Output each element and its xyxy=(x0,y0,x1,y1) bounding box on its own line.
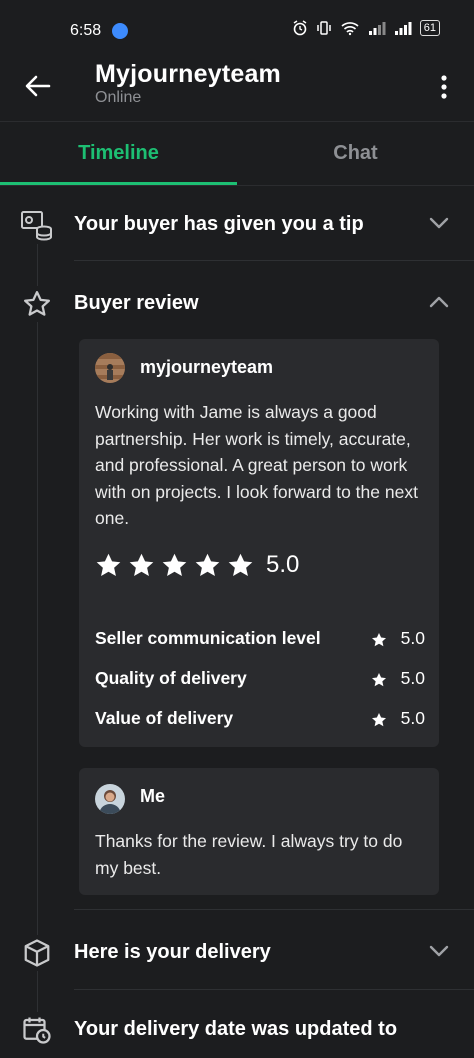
package-icon xyxy=(19,935,55,971)
row-divider xyxy=(74,909,474,910)
sub-rating-label: Value of delivery xyxy=(95,708,234,728)
wifi-icon xyxy=(341,22,359,36)
review-star-rating: 5.0 xyxy=(95,551,299,579)
tip-title: Your buyer has given you a tip xyxy=(74,213,364,235)
reply-text: Thanks for the review. I always try to d… xyxy=(95,831,403,878)
star-icon xyxy=(162,553,187,576)
reply-author: Me xyxy=(140,786,166,806)
date-update-title: Your delivery date was updated to xyxy=(74,1018,398,1040)
chevron-down-icon xyxy=(429,945,449,957)
vibrate-icon xyxy=(317,21,331,35)
chevron-up-icon xyxy=(429,296,449,308)
back-button[interactable] xyxy=(22,70,54,102)
status-bar: 6:58 61 xyxy=(0,0,474,62)
timeline-item-delivery[interactable]: Here is your delivery xyxy=(0,921,474,981)
tabs-divider xyxy=(0,185,474,186)
page-title: Myjourneyteam xyxy=(95,60,281,88)
sub-rating-value: 5.0 xyxy=(400,708,425,728)
more-options-button[interactable] xyxy=(436,72,452,102)
online-status: Online xyxy=(95,89,142,106)
sub-rating-label: Quality of delivery xyxy=(95,668,247,688)
signal-icon xyxy=(368,22,386,35)
tab-timeline-label: Timeline xyxy=(78,142,159,164)
timeline-item-buyer-review[interactable]: Buyer review xyxy=(0,272,474,332)
tab-chat-label: Chat xyxy=(333,142,378,164)
sub-rating-quality: Quality of delivery 5.0 xyxy=(95,668,425,692)
chevron-down-icon xyxy=(429,217,449,229)
header: Myjourneyteam Online xyxy=(0,60,474,122)
row-divider xyxy=(74,260,474,261)
timeline-item-tip[interactable]: Your buyer has given you a tip xyxy=(0,193,474,253)
tab-timeline[interactable]: Timeline xyxy=(0,122,237,185)
arrow-left-icon xyxy=(25,75,51,97)
buyer-review-title: Buyer review xyxy=(74,292,199,314)
sub-rating-value: 5.0 xyxy=(400,628,425,648)
tab-bar: Timeline Chat xyxy=(0,122,474,185)
signal-icon-2 xyxy=(394,22,412,35)
sub-rating-value-delivery: Value of delivery 5.0 xyxy=(95,708,425,732)
star-icon xyxy=(372,713,386,727)
star-icon xyxy=(195,553,220,576)
battery-indicator: 61 xyxy=(419,20,440,36)
reviewer-name: myjourneyteam xyxy=(140,357,274,377)
review-text: Working with Jame is always a good partn… xyxy=(95,402,418,528)
star-outline-icon xyxy=(19,286,55,322)
more-vertical-icon xyxy=(441,75,447,99)
sub-rating-communication: Seller communication level 5.0 xyxy=(95,628,425,652)
star-icon xyxy=(372,673,386,687)
row-divider xyxy=(74,989,474,990)
status-time: 6:58 xyxy=(70,22,102,39)
status-icons: 61 xyxy=(292,20,440,36)
app-notification-icon xyxy=(112,23,128,39)
tab-chat[interactable]: Chat xyxy=(237,122,474,185)
alarm-icon xyxy=(293,20,307,36)
overall-rating: 5.0 xyxy=(266,551,300,578)
reviewer-avatar xyxy=(95,353,125,383)
tip-money-icon xyxy=(19,207,55,243)
star-icon xyxy=(372,633,386,647)
sub-rating-label: Seller communication level xyxy=(95,628,321,648)
sub-rating-value: 5.0 xyxy=(400,668,425,688)
star-icon xyxy=(129,553,154,576)
my-avatar xyxy=(95,784,125,814)
star-icon xyxy=(228,553,253,576)
delivery-title: Here is your delivery xyxy=(74,941,271,963)
timeline-item-date-update[interactable]: Your delivery date was updated to xyxy=(0,998,474,1058)
star-icon xyxy=(96,553,121,576)
calendar-clock-icon xyxy=(19,1012,55,1048)
